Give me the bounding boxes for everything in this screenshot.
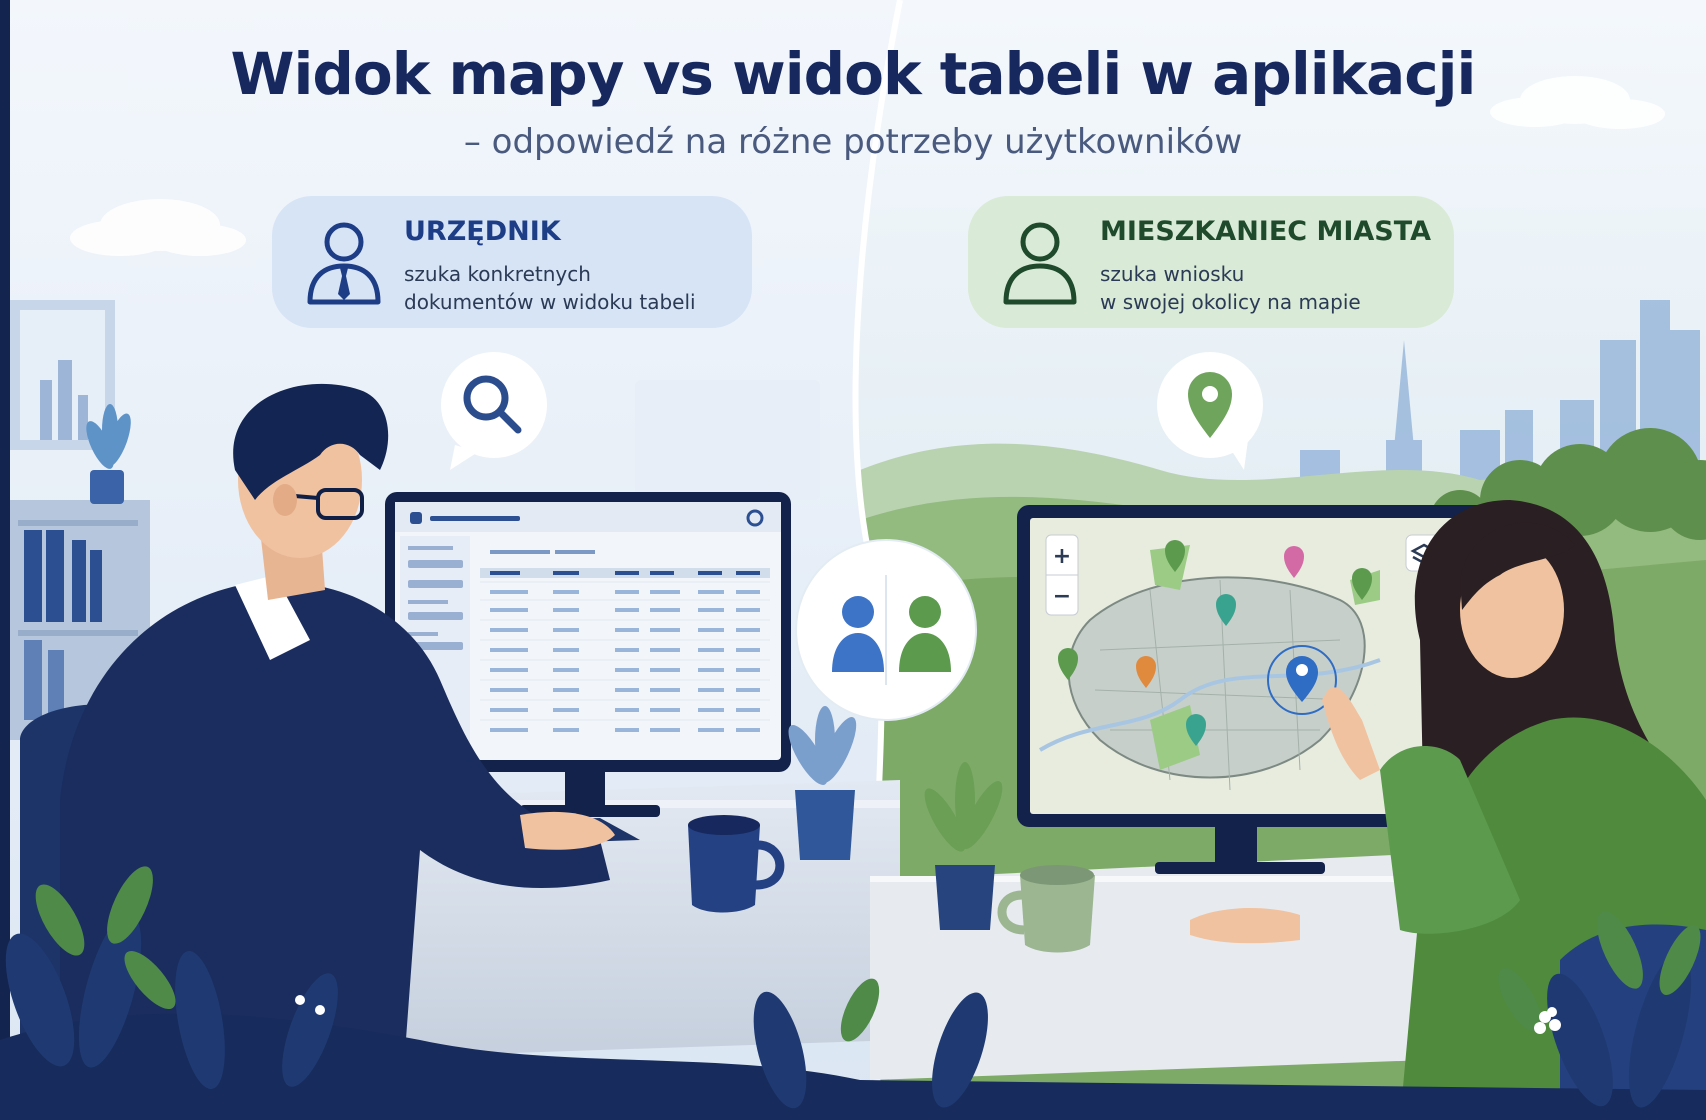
zoom-in-button: + (1053, 544, 1071, 569)
persona-card-resident: MIESZKANIEC MIASTA szuka wniosku w swoje… (968, 196, 1454, 328)
illustration: + − (0, 0, 1706, 1120)
persona-description-clerk: szuka konkretnych dokumentów w widoku ta… (404, 262, 696, 314)
infographic: + − Widok mapy vs widok tabeli w aplikac… (0, 0, 1706, 1120)
persona-title-resident: MIESZKANIEC MIASTA (1100, 216, 1431, 247)
persona-description-resident: szuka wniosku w swojej okolicy na mapie (1100, 262, 1361, 314)
user-icon (1003, 222, 1077, 305)
page-title: Widok mapy vs widok tabeli w aplikacji (230, 40, 1477, 108)
zoom-out-button: − (1053, 584, 1071, 609)
persona-card-clerk: URZĘDNIK szuka konkretnych dokumentów w … (272, 196, 752, 328)
persona-title-clerk: URZĘDNIK (404, 216, 561, 247)
user-with-tie-icon (307, 222, 381, 305)
page-subtitle: – odpowiedź na różne potrzeby użytkownik… (463, 122, 1243, 162)
